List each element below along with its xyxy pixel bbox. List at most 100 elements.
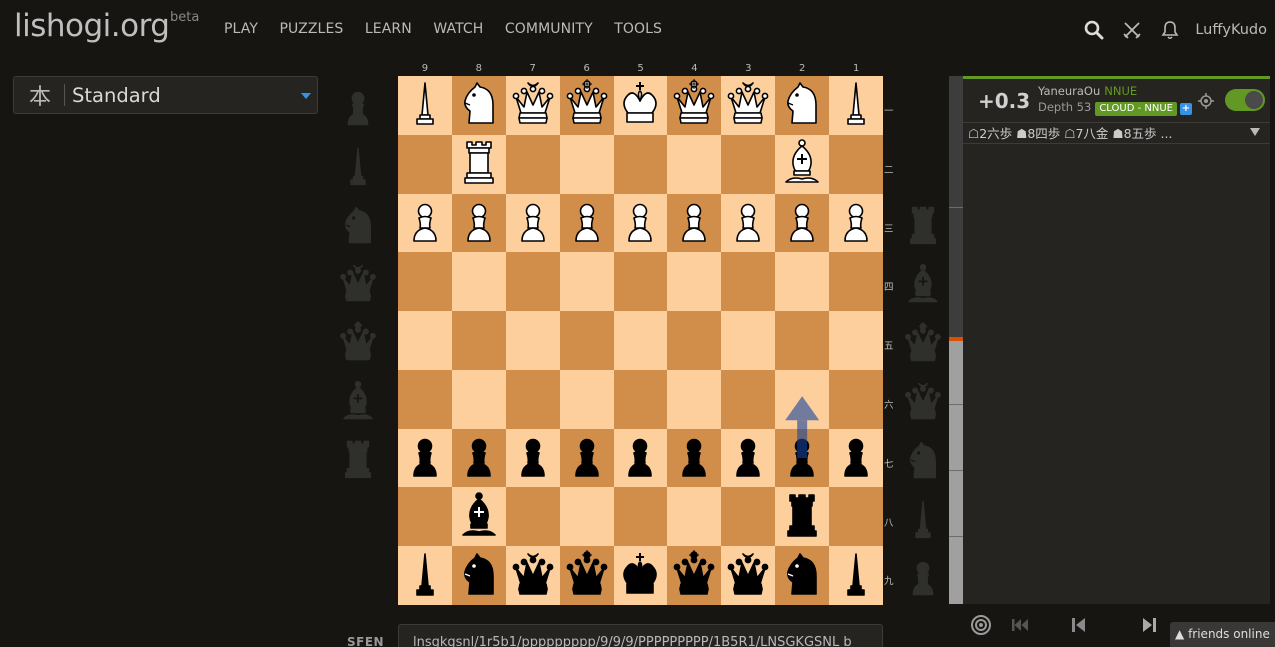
board-square[interactable] — [451, 369, 506, 429]
black-silver-icon[interactable] — [509, 549, 557, 603]
black-lance-icon[interactable] — [832, 549, 880, 603]
next-move-icon[interactable] — [1138, 614, 1160, 640]
pocket-lance-icon[interactable] — [335, 137, 381, 196]
variant-selector[interactable]: 本 Standard — [13, 76, 318, 114]
board-square[interactable] — [829, 134, 883, 194]
board-square[interactable] — [829, 252, 883, 312]
board-square[interactable] — [775, 546, 830, 605]
board-square[interactable] — [667, 76, 722, 135]
board-square[interactable] — [559, 193, 614, 253]
board-square[interactable] — [398, 134, 452, 194]
white-gold-icon[interactable] — [563, 78, 611, 132]
pocket-rook-icon[interactable] — [900, 196, 946, 255]
board-square[interactable] — [613, 369, 668, 429]
board-square[interactable] — [721, 369, 776, 429]
board-square[interactable] — [721, 134, 776, 194]
white-silver-icon[interactable] — [724, 78, 772, 132]
board-square[interactable] — [829, 76, 883, 135]
prev-move-icon[interactable] — [1068, 614, 1090, 640]
board-square[interactable] — [559, 311, 614, 370]
nav-play[interactable]: PLAY — [224, 21, 258, 37]
white-pawn-icon[interactable] — [778, 196, 826, 250]
principal-variation[interactable]: ☖2六歩 ☗8四歩 ☖7八金 ☗8五歩 ... — [963, 122, 1270, 144]
board-square[interactable] — [829, 193, 883, 253]
board-square[interactable] — [775, 369, 830, 429]
board-square[interactable] — [398, 369, 452, 429]
board-square[interactable] — [505, 76, 560, 135]
white-pawn-icon[interactable] — [616, 196, 664, 250]
board-square[interactable] — [829, 546, 883, 605]
board-square[interactable] — [398, 193, 452, 253]
board-square[interactable] — [667, 252, 722, 312]
black-gold-icon[interactable] — [670, 549, 718, 603]
white-bishop-icon[interactable] — [778, 137, 826, 191]
white-knight-icon[interactable] — [455, 78, 503, 132]
board-square[interactable] — [775, 311, 830, 370]
board-square[interactable] — [559, 76, 614, 135]
black-pawn-icon[interactable] — [616, 431, 664, 485]
board-square[interactable] — [775, 76, 830, 135]
board-square[interactable] — [451, 134, 506, 194]
board-square[interactable] — [559, 252, 614, 312]
black-pawn-icon[interactable] — [401, 431, 449, 485]
challenge-swords-icon[interactable] — [1113, 14, 1151, 46]
board-square[interactable] — [398, 311, 452, 370]
black-knight-icon[interactable] — [778, 549, 826, 603]
board-square[interactable] — [829, 487, 883, 547]
board-square[interactable] — [667, 311, 722, 370]
board-square[interactable] — [559, 487, 614, 547]
search-icon[interactable] — [1075, 14, 1113, 46]
more-lines-button[interactable]: + — [1179, 103, 1192, 115]
board-square[interactable] — [559, 134, 614, 194]
black-lance-icon[interactable] — [401, 549, 449, 603]
board-square[interactable] — [451, 252, 506, 312]
pocket-bishop-icon[interactable] — [335, 371, 381, 430]
board-square[interactable] — [667, 487, 722, 547]
board-square[interactable] — [667, 193, 722, 253]
board-square[interactable] — [613, 311, 668, 370]
board-square[interactable] — [559, 428, 614, 488]
sfen-input[interactable]: lnsgkgsnl/1r5b1/ppppppppp/9/9/9/PPPPPPPP… — [398, 624, 883, 647]
black-king-icon[interactable] — [616, 549, 664, 603]
board-square[interactable] — [775, 134, 830, 194]
board-square[interactable] — [721, 76, 776, 135]
white-knight-icon[interactable] — [778, 78, 826, 132]
target-icon[interactable] — [1198, 93, 1214, 113]
black-gold-icon[interactable] — [563, 549, 611, 603]
notification-bell-icon[interactable] — [1151, 14, 1189, 46]
white-pawn-icon[interactable] — [832, 196, 880, 250]
black-pawn-icon[interactable] — [670, 431, 718, 485]
board-square[interactable] — [721, 487, 776, 547]
friends-online-button[interactable]: ▲ friends online — [1170, 622, 1275, 647]
pocket-rook-icon[interactable] — [335, 430, 381, 489]
menu-target-icon[interactable] — [970, 614, 992, 640]
board-square[interactable] — [398, 487, 452, 547]
pv-dropdown-icon[interactable] — [1250, 128, 1260, 136]
board-square[interactable] — [559, 546, 614, 605]
board-square[interactable] — [613, 134, 668, 194]
board-square[interactable] — [613, 428, 668, 488]
white-king-icon[interactable] — [616, 78, 664, 132]
white-pawn-icon[interactable] — [563, 196, 611, 250]
board-square[interactable] — [721, 252, 776, 312]
black-pawn-icon[interactable] — [563, 431, 611, 485]
nav-tools[interactable]: TOOLS — [614, 21, 662, 37]
board-square[interactable] — [451, 487, 506, 547]
board-square[interactable] — [775, 428, 830, 488]
black-rook-icon[interactable] — [778, 490, 826, 544]
black-pawn-icon[interactable] — [455, 431, 503, 485]
board-square[interactable] — [559, 369, 614, 429]
board-square[interactable] — [667, 546, 722, 605]
board-square[interactable] — [505, 193, 560, 253]
white-gold-icon[interactable] — [670, 78, 718, 132]
board-square[interactable] — [505, 428, 560, 488]
board-square[interactable] — [613, 76, 668, 135]
board-square[interactable] — [505, 252, 560, 312]
pocket-bishop-icon[interactable] — [900, 255, 946, 314]
black-pawn-icon[interactable] — [724, 431, 772, 485]
board-square[interactable] — [451, 546, 506, 605]
black-bishop-icon[interactable] — [455, 490, 503, 544]
white-pawn-icon[interactable] — [670, 196, 718, 250]
white-rook-icon[interactable] — [455, 137, 503, 191]
pocket-pawn-icon[interactable] — [900, 548, 946, 607]
